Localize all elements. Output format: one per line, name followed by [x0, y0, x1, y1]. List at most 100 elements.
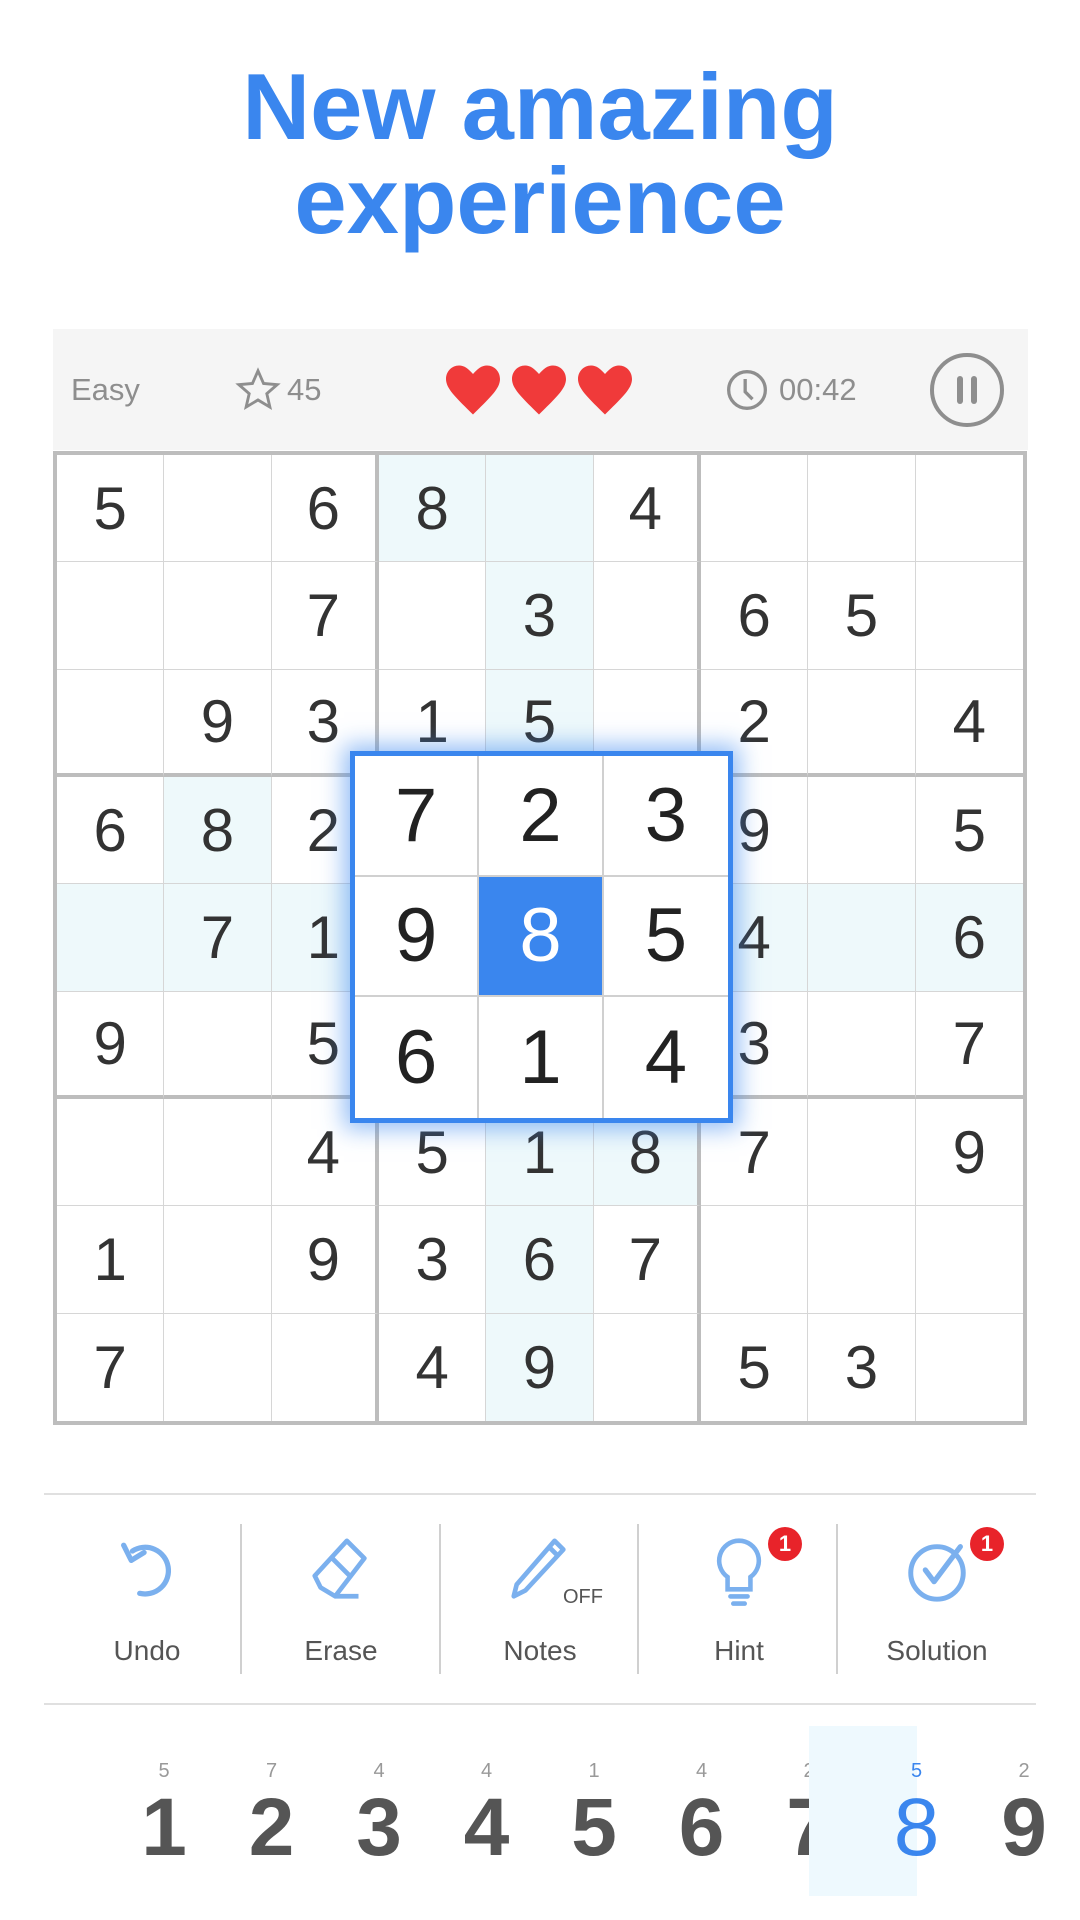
number-button-3[interactable]: 43 — [271, 1726, 402, 1896]
selected-cell[interactable]: 8 — [479, 876, 604, 998]
board-cell[interactable] — [164, 1099, 272, 1207]
promo-title-line2: experience — [294, 148, 786, 253]
board-cell[interactable] — [57, 669, 165, 777]
board-cell[interactable] — [701, 1206, 809, 1314]
notes-state: OFF — [563, 1586, 603, 1608]
board-cell[interactable]: 9 — [57, 991, 165, 1099]
heart-icon — [446, 364, 500, 415]
divider — [44, 1703, 1036, 1705]
number-button-5[interactable]: 15 — [486, 1726, 617, 1896]
zoom-cell[interactable]: 3 — [603, 756, 728, 877]
board-cell[interactable] — [808, 777, 916, 885]
board-cell[interactable] — [915, 562, 1023, 670]
board-cell[interactable] — [272, 1313, 379, 1421]
number-button-9[interactable]: 29 — [916, 1726, 1047, 1896]
board-cell[interactable]: 7 — [915, 992, 1023, 1099]
board-cell[interactable]: 5 — [701, 1313, 809, 1421]
undo-button[interactable]: Undo — [48, 1510, 246, 1680]
board-cell[interactable]: 1 — [57, 1206, 165, 1314]
board-cell[interactable]: 7 — [164, 884, 272, 992]
notes-button[interactable]: OFF Notes — [441, 1510, 639, 1680]
number-button-8[interactable]: 58 — [808, 1726, 939, 1896]
board-cell[interactable]: 3 — [486, 562, 594, 670]
hint-badge: 1 — [768, 1527, 802, 1561]
board-cell[interactable] — [915, 455, 1023, 563]
pause-button[interactable] — [929, 329, 1005, 450]
divider — [44, 1493, 1036, 1495]
zoom-cell[interactable]: 1 — [479, 997, 604, 1118]
board-cell[interactable] — [808, 669, 916, 777]
undo-icon — [121, 1542, 171, 1597]
pause-icon — [930, 352, 1004, 427]
board-cell[interactable]: 7 — [57, 1313, 165, 1421]
board-cell[interactable] — [164, 1313, 272, 1421]
star-icon — [235, 366, 281, 410]
board-cell[interactable] — [57, 562, 165, 670]
board-cell[interactable] — [164, 1206, 272, 1314]
board-cell[interactable]: 5 — [57, 455, 165, 563]
board-cell[interactable] — [486, 455, 594, 563]
board-cell[interactable]: 5 — [915, 777, 1023, 885]
lives — [443, 329, 635, 450]
board-cell[interactable]: 7 — [593, 1206, 701, 1314]
undo-label: Undo — [113, 1635, 181, 1666]
board-cell[interactable] — [593, 562, 701, 670]
board-cell[interactable] — [916, 1314, 1023, 1421]
score: 45 — [235, 329, 321, 450]
timer-value: 00:42 — [779, 371, 857, 407]
board-cell[interactable]: 9 — [271, 1206, 379, 1314]
erase-button[interactable]: Erase — [242, 1510, 440, 1680]
solution-button[interactable]: 1 Solution — [838, 1510, 1036, 1680]
board-cell[interactable]: 9 — [915, 1099, 1023, 1207]
board-cell[interactable] — [57, 884, 165, 992]
board-cell[interactable]: 5 — [808, 562, 916, 670]
board-cell[interactable]: 9 — [486, 1313, 594, 1421]
board-cell[interactable] — [594, 1313, 701, 1421]
number-button-1[interactable]: 51 — [56, 1726, 187, 1896]
board-cell[interactable] — [164, 991, 272, 1099]
number-button-7[interactable]: 27 — [701, 1726, 832, 1896]
board-cell[interactable]: 6 — [915, 884, 1023, 992]
board-cell[interactable] — [808, 455, 916, 563]
board-cell[interactable]: 3 — [808, 1313, 916, 1421]
hint-button[interactable]: 1 Hint — [640, 1510, 838, 1680]
board-cell[interactable] — [164, 455, 272, 563]
board-cell[interactable] — [701, 455, 809, 563]
board-cell[interactable]: 8 — [164, 777, 272, 885]
board-cell[interactable] — [379, 562, 487, 670]
board-cell[interactable]: 4 — [379, 1313, 487, 1421]
zoom-cell[interactable]: 4 — [604, 997, 728, 1118]
board-cell[interactable]: 9 — [164, 669, 272, 777]
board-cell[interactable]: 6 — [271, 455, 379, 563]
zoom-cell[interactable]: 5 — [603, 877, 728, 998]
number-button-4[interactable]: 44 — [379, 1726, 510, 1896]
digit: 9 — [1001, 1782, 1047, 1873]
remaining-count: 2 — [1018, 1760, 1030, 1782]
zoom-cell[interactable]: 7 — [355, 756, 480, 877]
board-cell[interactable] — [57, 1099, 165, 1207]
board-cell[interactable]: 8 — [379, 455, 487, 563]
board-cell[interactable]: 6 — [486, 1206, 594, 1314]
board-cell[interactable] — [915, 1206, 1023, 1314]
board-cell[interactable]: 3 — [379, 1206, 487, 1314]
difficulty-label: Easy — [71, 371, 140, 407]
zoom-cell[interactable]: 6 — [355, 997, 480, 1118]
board-cell[interactable]: 6 — [701, 562, 809, 670]
hint-label: Hint — [714, 1635, 764, 1666]
board-cell[interactable]: 4 — [593, 455, 701, 563]
solution-label: Solution — [886, 1635, 988, 1666]
board-cell[interactable]: 4 — [915, 670, 1023, 777]
number-button-6[interactable]: 46 — [594, 1726, 725, 1896]
board-cell[interactable] — [808, 1099, 916, 1207]
erase-label: Erase — [304, 1635, 378, 1666]
board-cell[interactable] — [164, 562, 272, 670]
zoom-cell[interactable]: 2 — [479, 756, 604, 877]
board-cell[interactable] — [808, 884, 916, 992]
promo-title-line1: New amazing — [242, 54, 838, 159]
board-cell[interactable] — [808, 1206, 916, 1314]
board-cell[interactable]: 6 — [57, 777, 165, 885]
board-cell[interactable]: 7 — [271, 562, 379, 670]
board-cell[interactable] — [808, 991, 916, 1099]
zoom-cell[interactable]: 9 — [355, 876, 480, 998]
number-button-2[interactable]: 72 — [164, 1726, 295, 1896]
